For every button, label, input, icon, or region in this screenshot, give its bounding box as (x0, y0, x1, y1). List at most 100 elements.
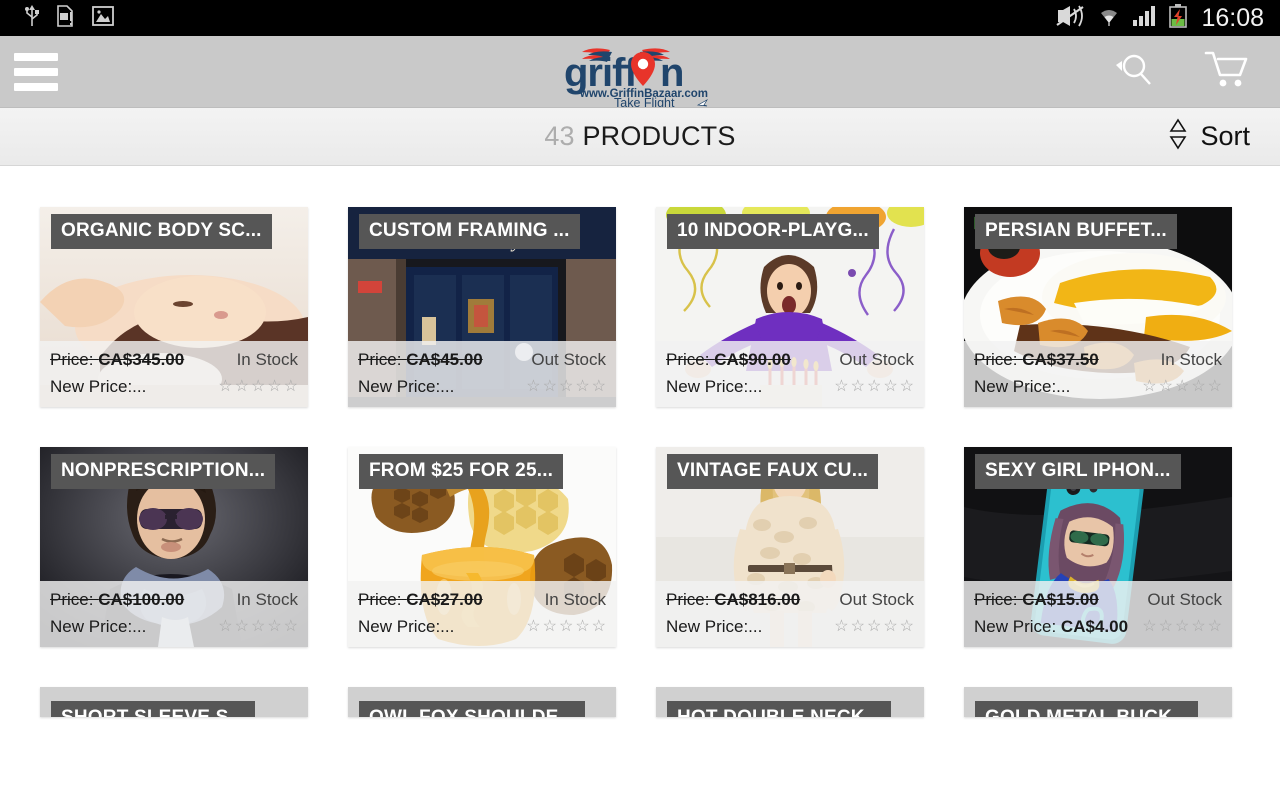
product-newprice-row: New Price:... ☆ ☆ ☆ ☆ ☆ (974, 373, 1222, 400)
product-rating[interactable]: ☆ ☆ ☆ ☆ ☆ (526, 617, 606, 635)
star-icon: ☆ (250, 617, 266, 635)
star-icon: ☆ (558, 377, 574, 395)
star-icon: ☆ (250, 377, 266, 395)
status-bar-right-icons: 16:08 (1056, 3, 1270, 33)
product-title: VINTAGE FAUX CU... (667, 454, 879, 489)
product-card[interactable]: 10 INDOOR-PLAYG... Price: CA$90.00 Out S… (656, 207, 924, 407)
star-icon: ☆ (267, 377, 282, 395)
product-stock-status: In Stock (544, 589, 606, 609)
product-card[interactable]: NONPRESCRIPTION... Price: CA$100.00 In S… (40, 447, 308, 647)
product-rating[interactable]: ☆ ☆ ☆ ☆ ☆ (526, 377, 606, 395)
product-title: ORGANIC BODY SC... (51, 214, 272, 249)
product-stock-status: Out Stock (1147, 589, 1222, 609)
product-card[interactable]: FROM $25 FOR 25... Price: CA$27.00 In St… (348, 447, 616, 647)
product-rating[interactable]: ☆ ☆ ☆ ☆ ☆ (218, 617, 298, 635)
product-rating[interactable]: ☆ ☆ ☆ ☆ ☆ (1142, 377, 1222, 395)
product-old-price: Price: CA$100.00 (50, 589, 185, 609)
product-new-price: New Price:... (666, 616, 763, 636)
star-icon: ☆ (1142, 617, 1157, 635)
product-title: SEXY GIRL IPHON... (975, 454, 1181, 489)
product-title: CUSTOM FRAMING ... (359, 214, 580, 249)
product-newprice-row: New Price:... ☆ ☆ ☆ ☆ ☆ (358, 613, 606, 640)
product-price-row: Price: CA$37.50 In Stock (974, 346, 1222, 373)
product-rating[interactable]: ☆ ☆ ☆ ☆ ☆ (218, 377, 298, 395)
hamburger-menu-icon[interactable] (14, 52, 58, 91)
star-icon: ☆ (591, 617, 606, 635)
product-newprice-row: New Price:... ☆ ☆ ☆ ☆ ☆ (666, 373, 914, 400)
star-icon: ☆ (866, 617, 882, 635)
star-icon: ☆ (1191, 377, 1206, 395)
sort-label: Sort (1200, 121, 1250, 151)
brand-logo[interactable]: griff n www.GriffinBazaar.com Take Fligh… (550, 38, 730, 108)
star-icon: ☆ (883, 617, 898, 635)
product-rating[interactable]: ☆ ☆ ☆ ☆ ☆ (834, 377, 914, 395)
product-old-price: Price: CA$816.00 (666, 589, 801, 609)
product-title: SHORT SLEEVE S... (51, 701, 255, 717)
product-title: OWL FOX SHOULDE... (359, 701, 585, 717)
product-newprice-row: New Price:... ☆ ☆ ☆ ☆ ☆ (666, 613, 914, 640)
sort-button[interactable]: Sort (1168, 118, 1280, 155)
app-header-actions (1110, 47, 1280, 96)
product-stock-status: In Stock (236, 589, 298, 609)
product-price-row: Price: CA$15.00 Out Stock (974, 586, 1222, 613)
product-title: NONPRESCRIPTION... (51, 454, 276, 489)
star-icon: ☆ (575, 377, 590, 395)
star-icon: ☆ (526, 377, 541, 395)
star-icon: ☆ (899, 377, 914, 395)
star-icon: ☆ (558, 617, 574, 635)
product-grid: ORGANIC BODY SC... Price: CA$345.00 In S… (0, 166, 1280, 717)
product-card[interactable]: Art Gallery CUSTOM FRAMING ... (348, 207, 616, 407)
product-card[interactable]: SEXY GIRL IPHON... Price: CA$15.00 Out S… (964, 447, 1232, 647)
star-icon: ☆ (234, 377, 249, 395)
star-icon: ☆ (542, 617, 557, 635)
product-new-price: New Price:... (50, 376, 147, 396)
usb-icon (24, 4, 40, 32)
sort-updown-icon (1168, 118, 1188, 155)
product-newprice-row: New Price:... ☆ ☆ ☆ ☆ ☆ (358, 373, 606, 400)
star-icon: ☆ (1158, 377, 1173, 395)
product-old-price: Price: CA$45.00 (358, 349, 483, 369)
product-old-price: Price: CA$345.00 (50, 349, 185, 369)
search-button[interactable] (1110, 47, 1158, 96)
product-new-price: New Price:... (666, 376, 763, 396)
product-card[interactable]: OWL FOX SHOULDE... (348, 687, 616, 717)
product-card[interactable]: HOT DOUBLE NECK... (656, 687, 924, 717)
product-info: Price: CA$100.00 In Stock New Price:... … (40, 581, 308, 647)
star-icon: ☆ (1158, 617, 1173, 635)
star-icon: ☆ (1174, 617, 1190, 635)
hamburger-bar-3 (14, 82, 58, 91)
product-card[interactable]: GOLD METAL BUCK... (964, 687, 1232, 717)
product-card[interactable]: SHORT SLEEVE S... (40, 687, 308, 717)
image-icon (92, 5, 114, 31)
product-rating[interactable]: ☆ ☆ ☆ ☆ ☆ (834, 617, 914, 635)
status-bar-left-icons (10, 4, 114, 32)
product-price-row: Price: CA$100.00 In Stock (50, 586, 298, 613)
product-rating[interactable]: ☆ ☆ ☆ ☆ ☆ (1142, 617, 1222, 635)
product-card[interactable]: VINTAGE FAUX CU... Price: CA$816.00 Out … (656, 447, 924, 647)
star-icon: ☆ (267, 617, 282, 635)
star-icon: ☆ (850, 617, 865, 635)
star-icon: ☆ (283, 617, 298, 635)
product-stock-status: Out Stock (531, 349, 606, 369)
product-new-price: New Price:... (358, 376, 455, 396)
star-icon: ☆ (283, 377, 298, 395)
star-icon: ☆ (575, 617, 590, 635)
products-count-label: PRODUCTS (582, 121, 736, 151)
product-card[interactable]: PERSIAN BUFFET... Price: CA$37.50 In Sto… (964, 207, 1232, 407)
star-icon: ☆ (1207, 377, 1222, 395)
product-title: GOLD METAL BUCK... (975, 701, 1199, 717)
product-old-price: Price: CA$90.00 (666, 349, 791, 369)
product-title: 10 INDOOR-PLAYG... (667, 214, 879, 249)
product-title: FROM $25 FOR 25... (359, 454, 564, 489)
product-info: Price: CA$37.50 In Stock New Price:... ☆… (964, 341, 1232, 407)
star-icon: ☆ (866, 377, 882, 395)
product-stock-status: In Stock (236, 349, 298, 369)
product-newprice-row: New Price:... ☆ ☆ ☆ ☆ ☆ (50, 373, 298, 400)
product-price-row: Price: CA$45.00 Out Stock (358, 346, 606, 373)
product-card[interactable]: ORGANIC BODY SC... Price: CA$345.00 In S… (40, 207, 308, 407)
product-info: Price: CA$15.00 Out Stock New Price: CA$… (964, 581, 1232, 647)
star-icon: ☆ (542, 377, 557, 395)
product-stock-status: Out Stock (839, 589, 914, 609)
cart-button[interactable] (1204, 48, 1250, 95)
product-stock-status: Out Stock (839, 349, 914, 369)
